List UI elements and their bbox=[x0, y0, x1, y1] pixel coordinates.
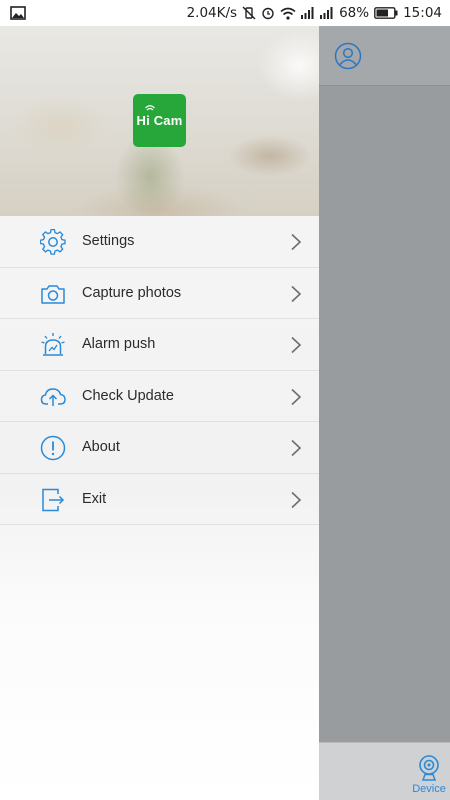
vibrate-off-icon bbox=[242, 6, 256, 20]
gear-icon bbox=[40, 229, 66, 255]
chevron-right-icon bbox=[291, 388, 302, 405]
chevron-right-icon bbox=[291, 285, 302, 302]
battery-percent: 68% bbox=[339, 5, 370, 21]
status-bar: 2.04K/s 68% 15:04 bbox=[0, 0, 450, 26]
navigation-drawer: Hi Cam Settings Capture photos Alarm pus… bbox=[0, 26, 319, 800]
alarm-icon bbox=[41, 333, 65, 356]
main-header bbox=[319, 26, 450, 86]
app-logo: Hi Cam bbox=[133, 94, 186, 147]
menu-item-exit[interactable]: Exit bbox=[0, 474, 319, 525]
chevron-right-icon bbox=[291, 439, 302, 457]
logo-text: Hi Cam bbox=[136, 113, 183, 128]
chevron-right-icon bbox=[291, 491, 302, 508]
webcam-icon bbox=[419, 755, 439, 781]
menu-item-settings[interactable]: Settings bbox=[0, 216, 319, 268]
main-screen-overlay[interactable]: Device bbox=[319, 26, 450, 800]
signal-icon bbox=[301, 7, 314, 19]
network-speed: 2.04K/s bbox=[186, 5, 238, 21]
alarm-clock-icon bbox=[262, 7, 274, 20]
drawer-header: Hi Cam bbox=[0, 26, 319, 216]
exit-icon bbox=[42, 488, 65, 511]
battery-icon bbox=[374, 7, 398, 19]
menu-item-alarm-push[interactable]: Alarm push bbox=[0, 319, 319, 371]
menu-item-check-update[interactable]: Check Update bbox=[0, 371, 319, 422]
menu-item-label: Check Update bbox=[82, 387, 174, 404]
gallery-notification-icon bbox=[10, 6, 26, 20]
drawer-menu: Settings Capture photos Alarm push Check… bbox=[0, 216, 319, 525]
menu-item-label: About bbox=[82, 439, 120, 456]
user-avatar-icon[interactable] bbox=[334, 42, 362, 70]
menu-item-about[interactable]: About bbox=[0, 422, 319, 474]
device-tab-label: Device bbox=[412, 783, 446, 795]
camera-icon bbox=[41, 284, 65, 304]
signal-icon-2 bbox=[320, 7, 333, 19]
bottom-nav: Device bbox=[319, 742, 450, 800]
menu-item-label: Alarm push bbox=[82, 336, 156, 353]
clock: 15:04 bbox=[403, 5, 442, 21]
wifi-icon bbox=[280, 7, 296, 20]
menu-item-label: Settings bbox=[82, 233, 135, 250]
info-icon bbox=[40, 435, 66, 461]
menu-item-label: Exit bbox=[82, 490, 107, 507]
chevron-right-icon bbox=[291, 233, 302, 251]
device-tab[interactable]: Device bbox=[408, 742, 450, 800]
menu-item-label: Capture photos bbox=[82, 284, 182, 301]
chevron-right-icon bbox=[291, 336, 302, 354]
cloud-upload-icon bbox=[40, 387, 66, 406]
menu-item-capture-photos[interactable]: Capture photos bbox=[0, 268, 319, 319]
